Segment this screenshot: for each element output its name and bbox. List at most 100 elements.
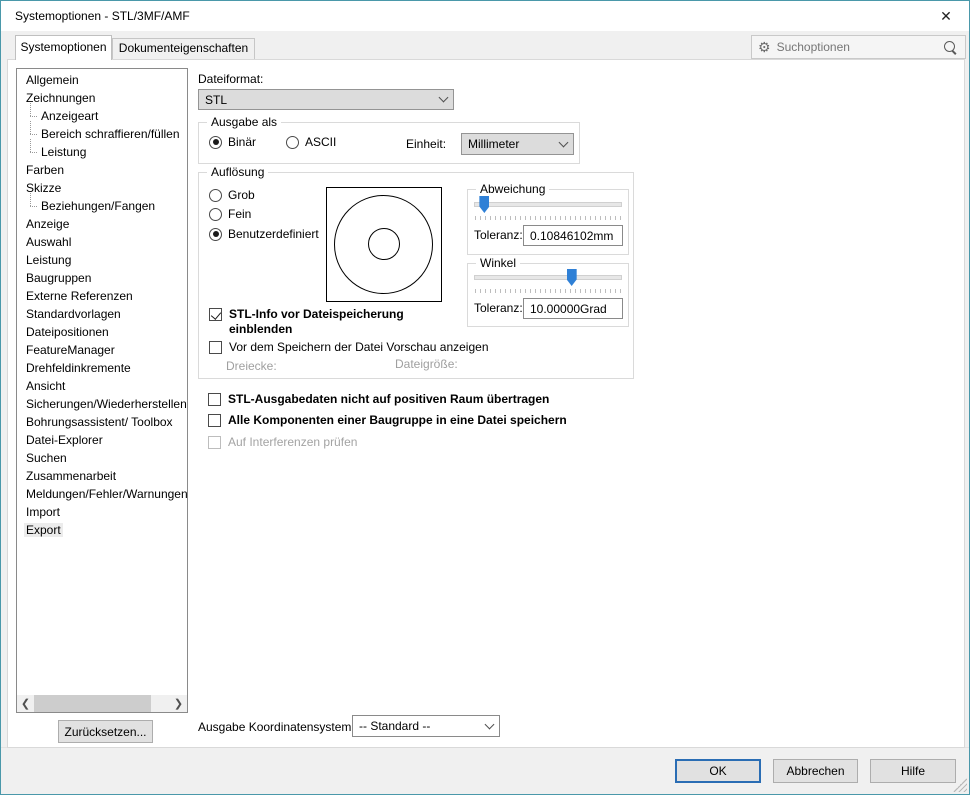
tree-item-bereich-schraffieren[interactable]: Bereich schraffieren/füllen — [17, 125, 187, 143]
options-tree: Allgemein Zeichnungen Anzeigeart Bereich… — [16, 68, 188, 713]
radio-coarse-icon[interactable] — [209, 189, 222, 202]
tree-item-zeichnungen[interactable]: Zeichnungen — [17, 89, 187, 107]
output-as-group: Ausgabe als Binär ASCII Einheit: Millime… — [198, 122, 580, 164]
deviation-slider[interactable] — [474, 194, 622, 214]
cancel-button[interactable]: Abbrechen — [773, 759, 858, 783]
checkbox-icon[interactable] — [209, 341, 222, 354]
tree-item-ansicht[interactable]: Ansicht — [17, 377, 187, 395]
deviation-tolerance-label: Toleranz: — [474, 228, 523, 242]
tree-item-dateipositionen[interactable]: Dateipositionen — [17, 323, 187, 341]
chevron-down-icon — [439, 93, 449, 103]
deviation-group: Abweichung Toleranz: 0.10846102mm — [467, 189, 629, 255]
search-placeholder: Suchoptionen — [777, 40, 944, 54]
gear-icon[interactable]: ⚙ — [758, 40, 771, 54]
unit-label: Einheit: — [406, 137, 446, 151]
output-as-title: Ausgabe als — [207, 115, 281, 129]
radio-ascii-icon[interactable] — [286, 136, 299, 149]
file-format-value: STL — [205, 93, 227, 107]
dialog-footer: OK Abbrechen Hilfe — [1, 747, 969, 794]
checkbox-checked-icon[interactable] — [209, 308, 222, 321]
slider-thumb[interactable] — [479, 196, 489, 213]
unit-value: Millimeter — [468, 137, 519, 151]
unit-dropdown[interactable]: Millimeter — [461, 133, 574, 155]
tree-item-anzeige[interactable]: Anzeige — [17, 215, 187, 233]
tree-item-standardvorlagen[interactable]: Standardvorlagen — [17, 305, 187, 323]
titlebar: Systemoptionen - STL/3MF/AMF ✕ — [1, 1, 969, 31]
coord-system-dropdown[interactable]: -- Standard -- — [352, 715, 500, 737]
tree-item-suchen[interactable]: Suchen — [17, 449, 187, 467]
ascii-radio[interactable]: ASCII — [286, 135, 336, 149]
help-button[interactable]: Hilfe — [870, 759, 956, 783]
checkbox-icon[interactable] — [208, 414, 221, 427]
tree-item-beziehungen-fangen[interactable]: Beziehungen/Fangen — [17, 197, 187, 215]
checkbox-disabled-icon — [208, 436, 221, 449]
tree-item-externe-referenzen[interactable]: Externe Referenzen — [17, 287, 187, 305]
resolution-group: Auflösung Grob Fein Benutzerdefiniert Ab… — [198, 172, 634, 379]
angle-group: Winkel Toleranz: 10.00000Grad — [467, 263, 629, 327]
coord-system-label: Ausgabe Koordinatensystem: — [198, 720, 355, 734]
slider-track[interactable] — [474, 275, 622, 280]
file-format-dropdown[interactable]: STL — [198, 89, 454, 110]
radio-fine-icon[interactable] — [209, 208, 222, 221]
scrollbar-thumb[interactable] — [34, 695, 151, 712]
resize-grip[interactable] — [953, 778, 967, 792]
coord-system-value: -- Standard -- — [359, 719, 430, 733]
tree-horizontal-scrollbar[interactable]: ❮ ❯ — [17, 695, 187, 712]
chevron-down-icon — [559, 137, 569, 147]
angle-tolerance-label: Toleranz: — [474, 301, 523, 315]
fine-radio[interactable]: Fein — [209, 207, 251, 221]
interference-checkbox: Auf Interferenzen prüfen — [208, 435, 357, 450]
system-options-dialog: Systemoptionen - STL/3MF/AMF ✕ Systemopt… — [0, 0, 970, 795]
window-title: Systemoptionen - STL/3MF/AMF — [15, 9, 190, 23]
tree-item-datei-explorer[interactable]: Datei-Explorer — [17, 431, 187, 449]
binary-radio[interactable]: Binär — [209, 135, 256, 149]
scroll-right-icon[interactable]: ❯ — [170, 695, 187, 712]
tree-item-leistung[interactable]: Leistung — [17, 251, 187, 269]
tree-item-bohrungsassistent[interactable]: Bohrungsassistent/ Toolbox — [17, 413, 187, 431]
radio-custom-icon[interactable] — [209, 228, 222, 241]
tab-dokumenteigenschaften[interactable]: Dokumenteigenschaften — [112, 38, 255, 59]
custom-radio[interactable]: Benutzerdefiniert — [209, 227, 319, 241]
stl-info-checkbox[interactable]: STL-Info vor Dateispeicherung einblenden — [209, 307, 439, 337]
tree-item-sicherungen[interactable]: Sicherungen/Wiederherstellen — [17, 395, 187, 413]
no-translate-checkbox[interactable]: STL-Ausgabedaten nicht auf positiven Rau… — [208, 392, 549, 407]
preview-before-save-checkbox[interactable]: Vor dem Speichern der Datei Vorschau anz… — [209, 340, 489, 355]
tree-item-export[interactable]: Export — [17, 521, 187, 539]
filesize-label: Dateigröße: — [395, 357, 458, 371]
scroll-left-icon[interactable]: ❮ — [17, 695, 34, 712]
tree-item-skizze[interactable]: Skizze — [17, 179, 187, 197]
tree-item-meldungen[interactable]: Meldungen/Fehler/Warnungen — [17, 485, 187, 503]
search-input[interactable]: ⚙ Suchoptionen — [751, 35, 966, 59]
tree-item-auswahl[interactable]: Auswahl — [17, 233, 187, 251]
tree-item-drehfeldinkremente[interactable]: Drehfeldinkremente — [17, 359, 187, 377]
deviation-tolerance-input[interactable]: 0.10846102mm — [523, 225, 623, 246]
checkbox-icon[interactable] — [208, 393, 221, 406]
slider-track[interactable] — [474, 202, 622, 207]
angle-tolerance-input[interactable]: 10.00000Grad — [523, 298, 623, 319]
slider-thumb[interactable] — [567, 269, 577, 286]
triangles-label: Dreiecke: — [226, 359, 277, 373]
tree-item-baugruppen[interactable]: Baugruppen — [17, 269, 187, 287]
resolution-preview-image — [326, 187, 442, 302]
coarse-radio[interactable]: Grob — [209, 188, 255, 202]
single-file-checkbox[interactable]: Alle Komponenten einer Baugruppe in eine… — [208, 413, 567, 428]
tree-item-zusammenarbeit[interactable]: Zusammenarbeit — [17, 467, 187, 485]
tree-item-import[interactable]: Import — [17, 503, 187, 521]
close-icon[interactable]: ✕ — [933, 6, 959, 26]
tree-item-farben[interactable]: Farben — [17, 161, 187, 179]
tree-item-featuremanager[interactable]: FeatureManager — [17, 341, 187, 359]
tab-page: Allgemein Zeichnungen Anzeigeart Bereich… — [7, 59, 965, 748]
angle-slider[interactable] — [474, 267, 622, 287]
deviation-ticks — [475, 216, 621, 220]
tree-item-allgemein[interactable]: Allgemein — [17, 71, 187, 89]
reset-button[interactable]: Zurücksetzen... — [58, 720, 153, 743]
ok-button[interactable]: OK — [675, 759, 761, 783]
tree-item-leistung-zeichnungen[interactable]: Leistung — [17, 143, 187, 161]
preview-inner-circle — [368, 228, 400, 260]
search-icon[interactable] — [944, 41, 957, 54]
file-format-label: Dateiformat: — [198, 72, 263, 86]
tree-item-anzeigeart[interactable]: Anzeigeart — [17, 107, 187, 125]
tab-systemoptionen[interactable]: Systemoptionen — [15, 35, 112, 60]
radio-binary-icon[interactable] — [209, 136, 222, 149]
angle-ticks — [475, 289, 621, 293]
